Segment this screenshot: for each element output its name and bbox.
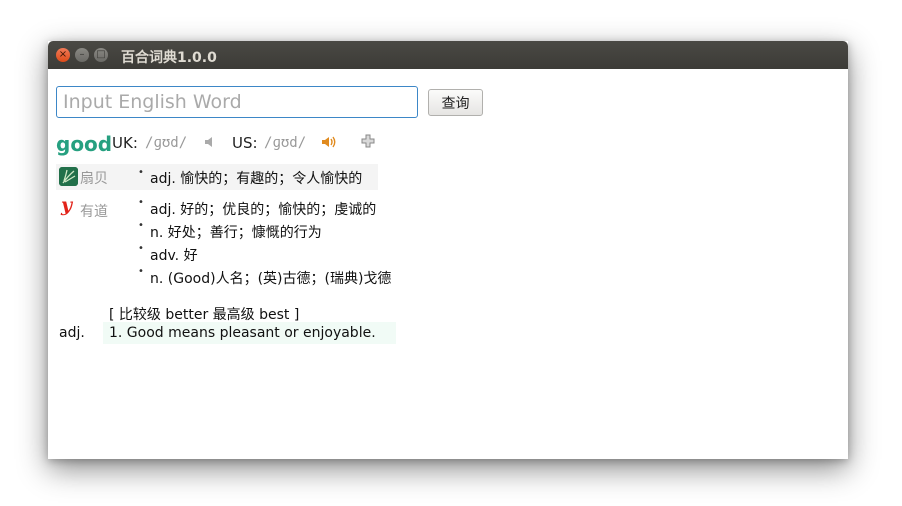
definition-line: adj. 愉快的；有趣的；令人愉快的: [150, 171, 363, 187]
window-title: 百合词典1.0.0: [121, 50, 217, 66]
definition-line: n. (Good)人名；(英)古德；(瑞典)戈德: [150, 271, 392, 287]
app-window: × – □ 百合词典1.0.0 查询 good UK: /ɡʊd/ US: /ɡ…: [48, 41, 848, 459]
youdao-label: 有道: [80, 204, 108, 220]
us-phonetic: /ɡʊd/: [264, 135, 307, 151]
us-label: US:: [232, 134, 258, 152]
close-button[interactable]: ×: [56, 48, 70, 62]
shanbay-definition-row: 扇贝 • adj. 愉快的；有趣的；令人愉快的: [56, 164, 378, 190]
definition-line: adv. 好: [150, 248, 198, 264]
uk-phonetic: /ɡʊd/: [145, 135, 188, 151]
minimize-button[interactable]: –: [75, 48, 89, 62]
youdao-logo-icon: y: [61, 194, 73, 216]
maximize-button[interactable]: □: [94, 48, 108, 62]
bullet: •: [138, 266, 144, 277]
shanbay-logo-icon: [59, 167, 78, 186]
definition-line: n. 好处；善行；慷慨的行为: [150, 225, 322, 241]
bullet: •: [138, 243, 144, 254]
search-button[interactable]: 查询: [428, 89, 483, 116]
bullet: •: [138, 197, 144, 208]
search-input[interactable]: [56, 86, 418, 118]
bullet: •: [138, 220, 144, 231]
speaker-icon[interactable]: [203, 134, 217, 150]
headword: good: [56, 132, 113, 156]
title-bar: × – □ 百合词典1.0.0: [48, 41, 848, 69]
definition-line: adj. 好的；优良的；愉快的；虔诚的: [150, 202, 377, 218]
shanbay-label: 扇贝: [80, 171, 108, 187]
bullet: •: [138, 167, 144, 178]
add-wordbook-icon[interactable]: [360, 133, 376, 149]
speaker-icon[interactable]: [321, 134, 339, 150]
part-of-speech: adj.: [59, 325, 85, 341]
sense-definition: 1. Good means pleasant or enjoyable.: [109, 325, 376, 341]
word-forms: [ 比较级 better 最高级 best ]: [109, 307, 300, 323]
uk-label: UK:: [112, 134, 138, 152]
